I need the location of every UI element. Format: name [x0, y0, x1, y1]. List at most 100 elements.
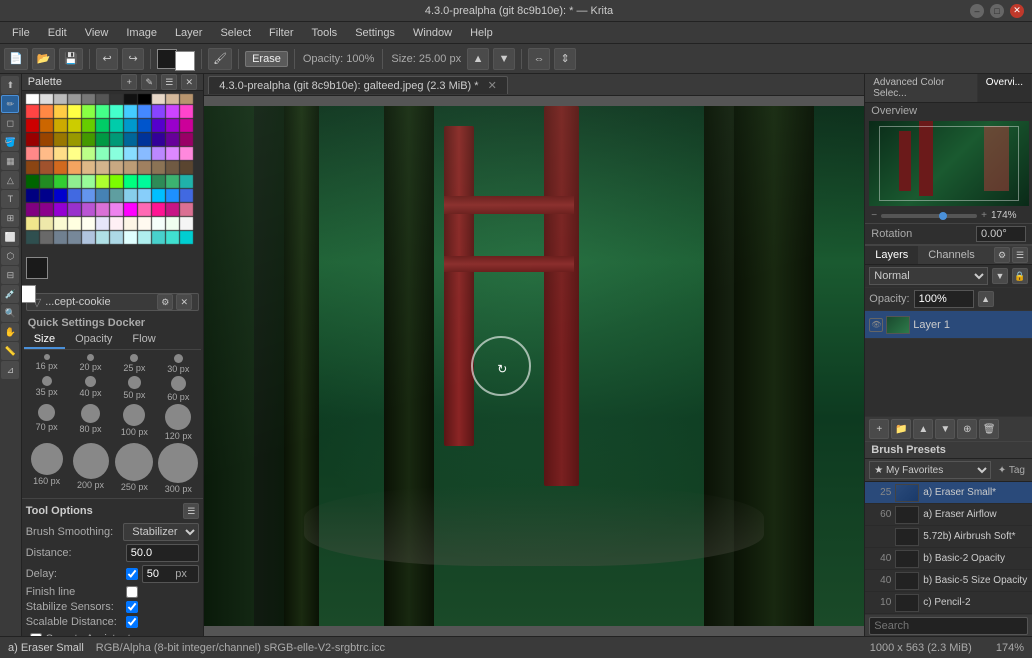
tab-advanced-color[interactable]: Advanced Color Selec... [865, 74, 978, 102]
brush-size-item[interactable]: 80 px [70, 404, 112, 441]
brush-size-item[interactable]: 100 px [113, 404, 155, 441]
brush-size-item[interactable]: 20 px [70, 354, 112, 374]
mirror-button[interactable]: ⇔ [528, 48, 550, 70]
background-color[interactable] [175, 51, 195, 71]
alpha-lock-button[interactable]: 🔒 [1012, 268, 1028, 284]
palette-menu-button[interactable]: ☰ [161, 74, 177, 90]
brush-smoothing-select[interactable]: Stabilizer Basic None [123, 523, 199, 541]
canvas-tab[interactable]: 4.3.0-prealpha (git 8c9b10e): galteed.jp… [208, 76, 508, 94]
layer-visibility-toggle[interactable]: 👁 [869, 318, 883, 332]
tool-shape[interactable]: △ [1, 171, 19, 189]
undo-button[interactable]: ↩ [96, 48, 118, 70]
brush-list-item[interactable]: 60a) Eraser Airflow [865, 504, 1032, 526]
layer-options-button[interactable]: ⚙ [157, 294, 173, 310]
menu-item-help[interactable]: Help [462, 25, 501, 41]
search-input[interactable] [869, 617, 1028, 635]
menu-item-view[interactable]: View [77, 25, 117, 41]
brush-list-item[interactable]: 10c) Pencil-2 [865, 592, 1032, 614]
tab-channels[interactable]: Channels [918, 246, 984, 264]
tool-select-free[interactable]: ⬡ [1, 247, 19, 265]
tool-measure[interactable]: 📏 [1, 342, 19, 360]
palette-canvas[interactable] [25, 93, 200, 253]
opacity-input[interactable] [914, 290, 974, 308]
layer-down-button[interactable]: ▼ [935, 419, 955, 439]
canvas-close-button[interactable]: ✕ [488, 80, 497, 92]
redo-button[interactable]: ↪ [122, 48, 144, 70]
stabilize-sensors-checkbox[interactable] [126, 601, 138, 613]
zoom-plus-icon[interactable]: + [981, 210, 987, 221]
menu-item-filter[interactable]: Filter [261, 25, 301, 41]
palette-add-button[interactable]: + [121, 74, 137, 90]
tab-overview[interactable]: Overvi... [978, 74, 1032, 102]
layers-menu-button[interactable]: ☰ [1012, 247, 1028, 263]
menu-item-layer[interactable]: Layer [167, 25, 211, 41]
brush-size-item[interactable]: 60 px [157, 376, 199, 402]
new-button[interactable]: 📄 [4, 48, 28, 70]
zoom-slider[interactable] [881, 214, 977, 218]
menu-item-edit[interactable]: Edit [40, 25, 75, 41]
brush-size-item[interactable]: 30 px [157, 354, 199, 374]
canvas-image[interactable]: ↻ [204, 106, 864, 626]
flip-button[interactable]: ⇕ [554, 48, 576, 70]
layer-name-bar[interactable]: ▽ ...cept-cookie ⚙ ✕ [26, 293, 200, 311]
color-selector[interactable] [26, 257, 62, 289]
menu-item-file[interactable]: File [4, 25, 38, 41]
delay-checkbox[interactable] [126, 568, 138, 580]
tab-layers[interactable]: Layers [865, 246, 918, 264]
brush-size-item[interactable]: 160 px [26, 443, 68, 494]
tool-assistant[interactable]: ⊿ [1, 361, 19, 379]
size-down-button[interactable]: ▼ [493, 48, 515, 70]
brush-list-item[interactable]: 40b) Basic-2 Opacity [865, 548, 1032, 570]
close-button[interactable]: ✕ [1010, 4, 1024, 18]
blend-mode-select[interactable]: Normal Multiply Screen [869, 267, 988, 285]
layer-item[interactable]: 👁 Layer 1 [865, 311, 1032, 339]
window-controls[interactable]: – □ ✕ [970, 4, 1024, 18]
tag-button[interactable]: ✦ Tag [995, 465, 1028, 476]
qs-tab-flow[interactable]: Flow [122, 331, 165, 349]
brush-list-item[interactable]: 25a) Eraser Small* [865, 482, 1032, 504]
open-button[interactable]: 📂 [32, 48, 56, 70]
brush-size-item[interactable]: 25 px [113, 354, 155, 374]
tool-brush[interactable]: ✏ [1, 95, 19, 113]
menu-item-tools[interactable]: Tools [304, 25, 346, 41]
brush-size-item[interactable]: 200 px [70, 443, 112, 494]
minimize-button[interactable]: – [970, 4, 984, 18]
brush-list-item[interactable]: 5.72b) Airbrush Soft* [865, 526, 1032, 548]
scalable-distance-checkbox[interactable] [126, 616, 138, 628]
distance-input[interactable] [131, 547, 195, 559]
foreground-color[interactable] [157, 49, 177, 69]
brush-preset-button[interactable]: 🖌 [208, 48, 232, 70]
tool-options-menu-button[interactable]: ☰ [183, 503, 199, 519]
brush-size-item[interactable]: 70 px [26, 404, 68, 441]
tool-zoom[interactable]: 🔍 [1, 304, 19, 322]
zoom-minus-icon[interactable]: − [871, 210, 877, 221]
palette-edit-button[interactable]: ✎ [141, 74, 157, 90]
brush-size-item[interactable]: 35 px [26, 376, 68, 402]
opacity-increase-button[interactable]: ▲ [978, 291, 994, 307]
size-up-button[interactable]: ▲ [467, 48, 489, 70]
finish-line-checkbox[interactable] [126, 586, 138, 598]
rotation-input[interactable] [976, 226, 1026, 242]
tool-select-rect[interactable]: ⬜ [1, 228, 19, 246]
tool-crop[interactable]: ⊟ [1, 266, 19, 284]
tool-text[interactable]: T [1, 190, 19, 208]
menu-item-window[interactable]: Window [405, 25, 460, 41]
duplicate-layer-button[interactable]: ⊕ [957, 419, 977, 439]
delay-value[interactable]: px [142, 565, 200, 583]
tool-fill[interactable]: 🪣 [1, 133, 19, 151]
tool-cursor[interactable]: ⬆ [1, 76, 19, 94]
tool-gradient[interactable]: ▦ [1, 152, 19, 170]
snap-checkbox[interactable] [30, 633, 42, 636]
layer-close-button[interactable]: ✕ [176, 294, 192, 310]
tool-pan[interactable]: ✋ [1, 323, 19, 341]
overview-canvas[interactable] [869, 121, 1029, 206]
brush-category-select[interactable]: ★ My Favorites [869, 461, 991, 479]
layer-up-button[interactable]: ▲ [913, 419, 933, 439]
brush-size-item[interactable]: 250 px [113, 443, 155, 494]
tool-eraser[interactable]: ◻ [1, 114, 19, 132]
add-layer-button[interactable]: + [869, 419, 889, 439]
brush-size-item[interactable]: 50 px [113, 376, 155, 402]
foreground-color-box[interactable] [26, 257, 48, 279]
save-button[interactable]: 💾 [59, 48, 83, 70]
qs-tab-size[interactable]: Size [24, 331, 65, 349]
